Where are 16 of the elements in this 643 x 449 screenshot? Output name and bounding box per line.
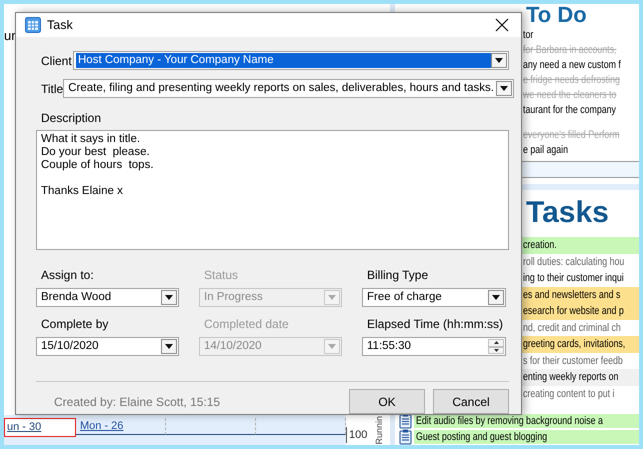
field-label: Completed date [203,316,290,333]
axis-tick: 100 [346,426,368,443]
tasks-heading: Tasks [526,196,609,229]
field-label: Status [203,267,240,284]
field-label: Client [40,52,73,70]
field-label: Description [40,110,102,127]
axis-label: Runnin [373,416,386,445]
window-title: Task [47,16,73,34]
field-label: Title [40,80,64,98]
field-label: Elapsed Time (hh:mm:ss) [366,316,504,333]
field-label: Billing Type [366,267,430,284]
field-label: Assign to: [40,267,95,284]
heading-text: ur [4,27,16,45]
created-by-text: Created by: Elaine Scott, 15:15 [53,394,220,410]
field-label: Complete by [40,316,110,333]
todo-heading: To Do [526,4,587,26]
